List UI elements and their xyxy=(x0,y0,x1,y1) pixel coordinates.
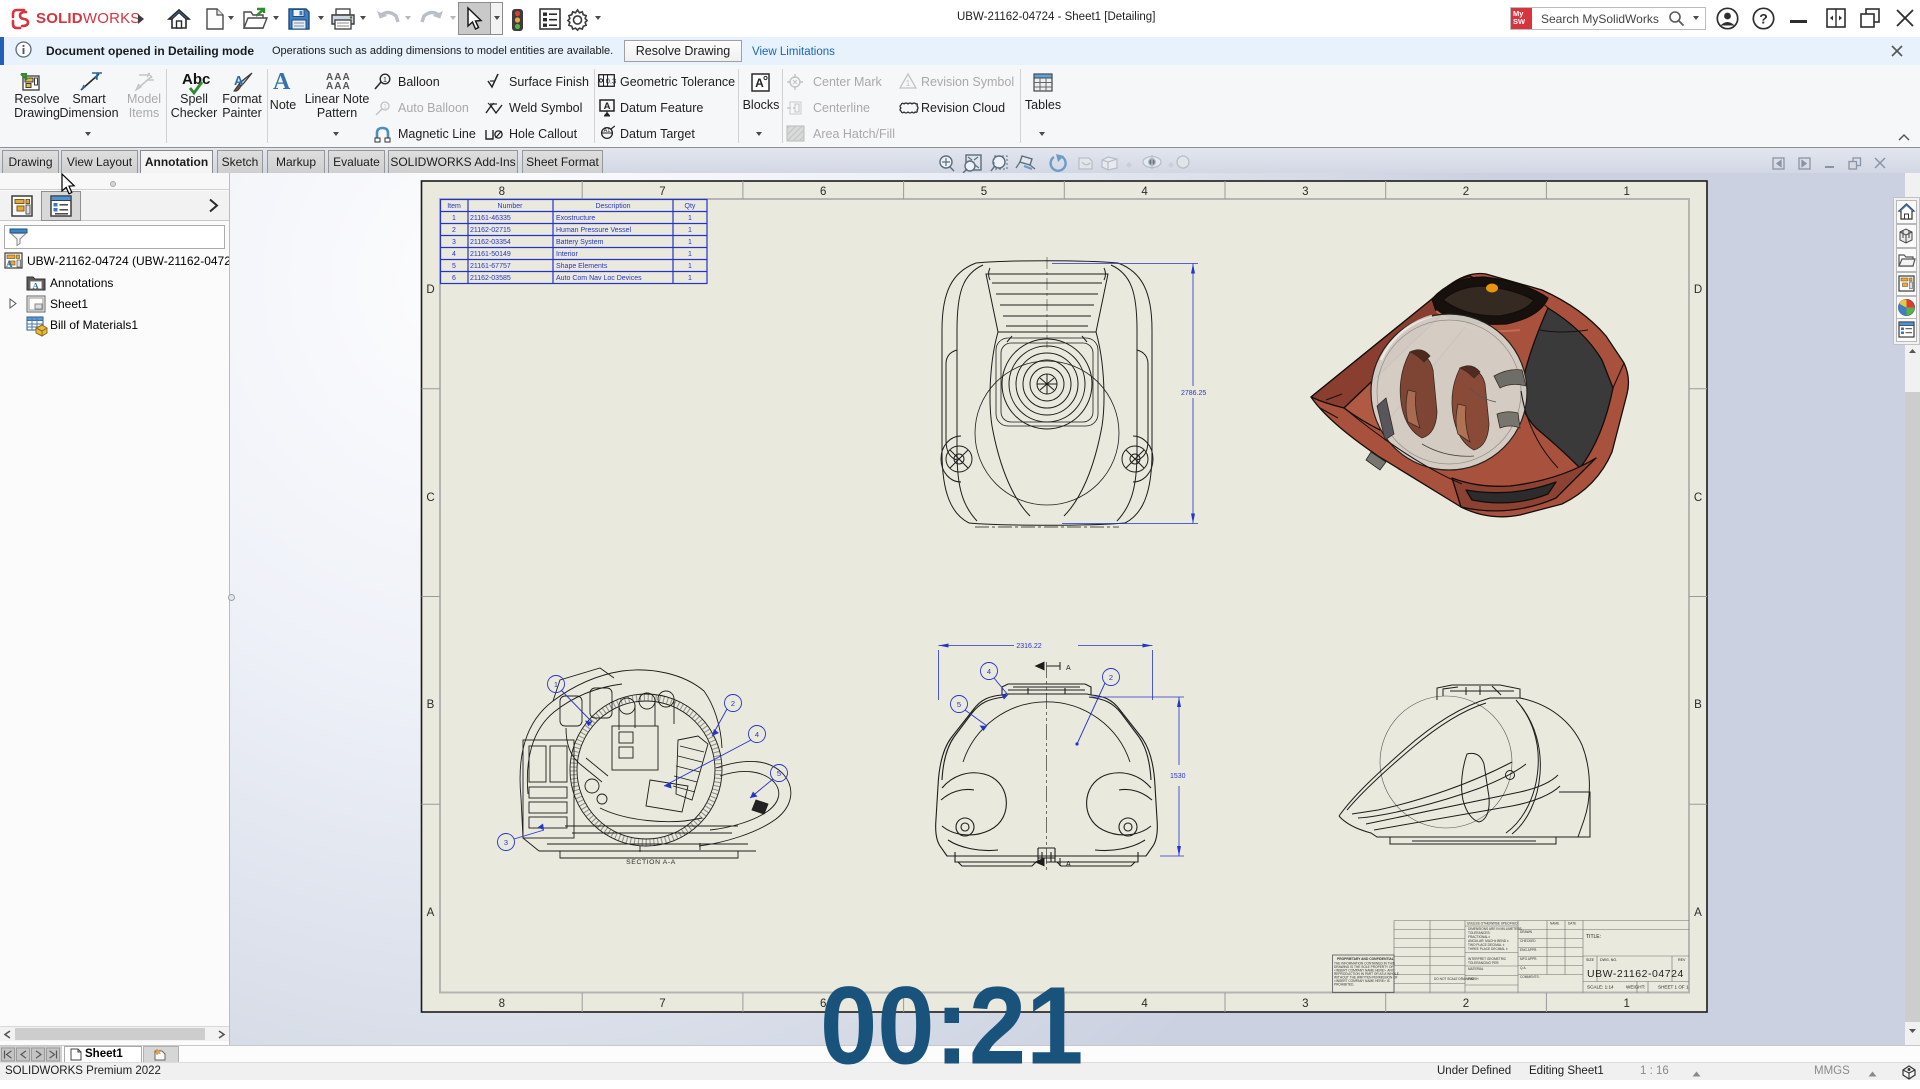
svg-text:?: ? xyxy=(1759,11,1768,27)
svg-text:3: 3 xyxy=(452,239,456,246)
svg-text:2786.25: 2786.25 xyxy=(1181,390,1206,397)
svg-text:MFG APPR.: MFG APPR. xyxy=(1520,957,1537,961)
svg-text:UNLESS OTHERWISE SPECIFIED:: UNLESS OTHERWISE SPECIFIED: xyxy=(1467,922,1519,926)
svg-text:SCALE: 1:14: SCALE: 1:14 xyxy=(1587,985,1614,990)
svg-text:3: 3 xyxy=(1302,998,1308,1010)
svg-text:Q.A.: Q.A. xyxy=(1520,966,1526,970)
svg-text:21162-03585: 21162-03585 xyxy=(470,275,511,282)
svg-text:3: 3 xyxy=(504,838,508,847)
svg-text:DWG. NO.: DWG. NO. xyxy=(1600,958,1617,962)
svg-text:4: 4 xyxy=(1141,998,1148,1010)
svg-text:TITLE:: TITLE: xyxy=(1586,934,1601,940)
svg-text:21161-67757: 21161-67757 xyxy=(470,263,511,270)
svg-text:6: 6 xyxy=(820,186,826,198)
svg-text:Number: Number xyxy=(498,203,524,210)
svg-text:A: A xyxy=(755,76,764,90)
svg-text:C: C xyxy=(1694,492,1702,504)
svg-text:1: 1 xyxy=(906,79,911,88)
svg-text:0.3: 0.3 xyxy=(606,77,616,86)
svg-text:DATE: DATE xyxy=(1568,922,1576,926)
svg-text:THREE PLACE DECIMAL ±: THREE PLACE DECIMAL ± xyxy=(1468,947,1508,951)
svg-text:21162-02715: 21162-02715 xyxy=(470,227,511,234)
svg-text:Qty: Qty xyxy=(685,203,696,210)
svg-text:A: A xyxy=(6,259,13,269)
svg-text:1: 1 xyxy=(1623,186,1629,198)
svg-text:C: C xyxy=(426,492,434,504)
svg-text:5: 5 xyxy=(777,769,781,778)
svg-text:MATERIAL: MATERIAL xyxy=(1468,967,1484,971)
svg-text:PROPRIETARY AND CONFIDENTIAL: PROPRIETARY AND CONFIDENTIAL xyxy=(1337,957,1394,961)
svg-text:Auto Com Nav Loc Devices: Auto Com Nav Loc Devices xyxy=(556,275,642,282)
svg-text:D: D xyxy=(1694,284,1702,296)
svg-text:7: 7 xyxy=(659,998,665,1010)
svg-text:TOLERANCING PER:: TOLERANCING PER: xyxy=(1468,961,1499,965)
svg-text:PROHIBITED.: PROHIBITED. xyxy=(1334,983,1354,987)
svg-text:A: A xyxy=(234,73,244,88)
svg-text:1: 1 xyxy=(688,215,692,222)
svg-text:SECTION A-A: SECTION A-A xyxy=(626,859,676,866)
svg-text:A1: A1 xyxy=(604,128,611,134)
svg-text:1: 1 xyxy=(688,275,692,282)
svg-text:A: A xyxy=(604,101,611,112)
svg-text:Description: Description xyxy=(595,203,630,210)
svg-text:Shape Elements: Shape Elements xyxy=(556,263,608,270)
svg-text:4: 4 xyxy=(755,730,759,739)
svg-text:1: 1 xyxy=(1623,998,1629,1010)
svg-text:SHEET 1 OF 1: SHEET 1 OF 1 xyxy=(1658,985,1689,990)
svg-text:A: A xyxy=(1694,907,1702,919)
svg-text:5: 5 xyxy=(957,700,961,709)
svg-text:Battery System: Battery System xyxy=(556,239,604,246)
svg-text:DO NOT SCALE DRAWING: DO NOT SCALE DRAWING xyxy=(1434,977,1474,981)
svg-text:CHECKED: CHECKED xyxy=(1520,939,1536,943)
svg-text:5: 5 xyxy=(981,186,987,198)
svg-text:A: A xyxy=(1066,861,1071,868)
svg-text:SIZE: SIZE xyxy=(1586,958,1595,962)
svg-text:ENG APPR.: ENG APPR. xyxy=(1520,948,1537,952)
svg-text:COMMENTS:: COMMENTS: xyxy=(1520,975,1540,979)
svg-text:8: 8 xyxy=(499,186,505,198)
svg-text:5: 5 xyxy=(452,263,456,270)
svg-text:2: 2 xyxy=(1463,186,1469,198)
svg-text:1: 1 xyxy=(688,251,692,258)
svg-text:1: 1 xyxy=(688,263,692,270)
svg-text:B: B xyxy=(427,699,435,711)
svg-text:Interior: Interior xyxy=(556,251,578,258)
svg-text:21162-03354: 21162-03354 xyxy=(470,239,511,246)
svg-text:1: 1 xyxy=(688,227,692,234)
svg-text:2: 2 xyxy=(1109,673,1113,682)
svg-text:WEIGHT:: WEIGHT: xyxy=(1626,985,1645,990)
svg-text:2: 2 xyxy=(731,699,735,708)
svg-text:2: 2 xyxy=(1463,998,1469,1010)
svg-text:1: 1 xyxy=(383,77,387,84)
svg-text:6: 6 xyxy=(452,275,456,282)
svg-text:1: 1 xyxy=(688,239,692,246)
svg-text:8: 8 xyxy=(499,998,505,1010)
svg-text:2316.22: 2316.22 xyxy=(1016,643,1041,650)
svg-text:4: 4 xyxy=(1141,186,1148,198)
svg-text:21161-50149: 21161-50149 xyxy=(470,251,511,258)
svg-text:4: 4 xyxy=(452,251,456,258)
svg-text:D: D xyxy=(426,284,434,296)
svg-text:UBW-21162-04724: UBW-21162-04724 xyxy=(1587,968,1683,980)
svg-text:4: 4 xyxy=(987,667,991,676)
svg-text:B: B xyxy=(1694,699,1702,711)
svg-text:Human Pressure Vessel: Human Pressure Vessel xyxy=(556,227,632,234)
svg-text:1: 1 xyxy=(452,215,456,222)
svg-text:A: A xyxy=(33,281,40,291)
svg-text:1: 1 xyxy=(554,680,558,689)
svg-text:Exostructure: Exostructure xyxy=(556,215,595,222)
svg-text:A: A xyxy=(427,907,435,919)
svg-text:Item: Item xyxy=(447,203,461,210)
svg-text:A: A xyxy=(1066,665,1071,672)
svg-text:1530: 1530 xyxy=(1170,773,1186,780)
svg-text:7: 7 xyxy=(659,186,665,198)
svg-text:REV: REV xyxy=(1678,958,1686,962)
svg-text:DRAWN: DRAWN xyxy=(1520,930,1533,934)
svg-text:NAME: NAME xyxy=(1550,922,1559,926)
svg-text:21161-46335: 21161-46335 xyxy=(470,215,511,222)
svg-text:3: 3 xyxy=(1302,186,1308,198)
svg-text:2: 2 xyxy=(452,227,456,234)
